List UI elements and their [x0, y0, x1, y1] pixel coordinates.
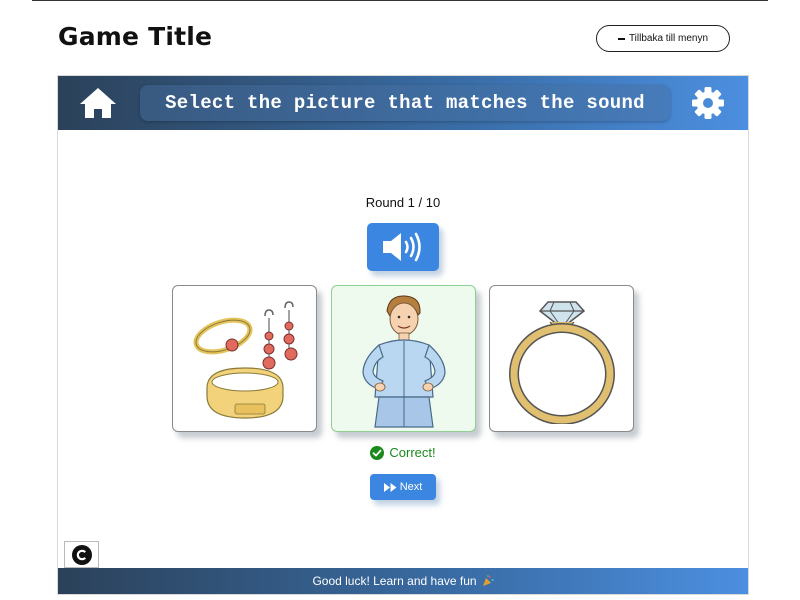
- play-sound-button[interactable]: [367, 223, 439, 271]
- footer-bar: Good luck! Learn and have fun: [58, 568, 748, 594]
- fast-forward-icon: [383, 482, 397, 492]
- answer-card-jewelry[interactable]: [172, 285, 317, 432]
- instruction-text: Select the picture that matches the soun…: [140, 85, 670, 121]
- settings-button[interactable]: [688, 84, 728, 122]
- jewelry-icon: [193, 301, 297, 419]
- back-to-menu-label: Tillbaka till menyn: [628, 33, 709, 44]
- page-title: Game Title: [58, 22, 213, 51]
- minus-icon: [617, 37, 625, 40]
- answer-card-man[interactable]: [331, 285, 476, 432]
- feedback-text: Correct!: [389, 445, 436, 460]
- check-circle-icon: [370, 445, 385, 460]
- top-divider: [32, 0, 768, 1]
- ring-icon: [508, 300, 615, 424]
- feedback-message: Correct!: [58, 445, 748, 460]
- game-frame: Select the picture that matches the soun…: [57, 75, 749, 595]
- home-icon: [80, 88, 116, 118]
- footer-text: Good luck! Learn and have fun: [312, 574, 477, 588]
- answer-card-ring[interactable]: [489, 285, 634, 432]
- round-counter: Round 1 / 10: [365, 195, 441, 210]
- speaker-icon: [383, 232, 421, 262]
- game-header: Select the picture that matches the soun…: [58, 76, 748, 130]
- party-popper-icon: [482, 575, 494, 586]
- back-to-menu-button[interactable]: Tillbaka till menyn: [596, 25, 730, 52]
- copyright-button[interactable]: [64, 541, 99, 568]
- man-icon: [361, 294, 446, 428]
- home-button[interactable]: [76, 84, 120, 122]
- gear-icon: [692, 87, 724, 119]
- copyright-icon: [71, 544, 92, 565]
- next-button[interactable]: Next: [370, 474, 436, 500]
- next-label: Next: [399, 481, 423, 493]
